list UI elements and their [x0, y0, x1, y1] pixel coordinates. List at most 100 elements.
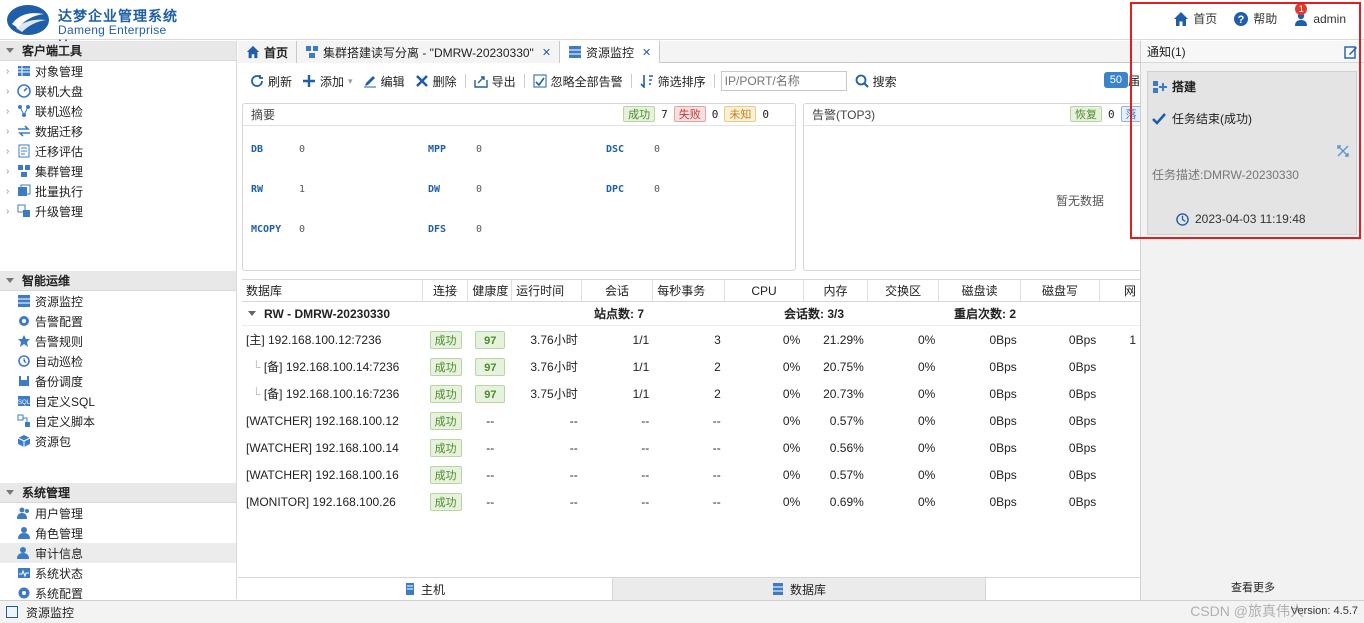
sidebar-item-user-mgmt[interactable]: 用户管理 [0, 503, 236, 523]
dismiss-icon[interactable] [1336, 144, 1350, 158]
help-icon: ? [1234, 11, 1249, 26]
table-row[interactable]: └ [备] 192.168.100.16:7236 成功 97 3.75小时 1/1 2 0… [242, 380, 1140, 407]
sidebar-group-system[interactable]: 系统管理 [0, 483, 236, 503]
close-icon[interactable]: ✕ [542, 46, 551, 59]
cell-connection: 成功 [423, 411, 469, 430]
col-swap[interactable]: 交换区 [868, 280, 940, 302]
recover-filter[interactable]: 恢复 [1070, 106, 1102, 122]
sidebar-item-alarm-config[interactable]: 告警配置 [0, 311, 236, 331]
sidebar-item-data-migration[interactable]: › 数据迁移 [0, 121, 236, 141]
cell-swap: 0% [868, 441, 940, 455]
ignore-all-alerts-button[interactable]: 忽略全部告警 [531, 73, 625, 90]
sidebar-group-client-tools[interactable]: 客户端工具 [0, 41, 236, 61]
table-row[interactable]: [WATCHER] 192.168.100.12 成功 -- -- -- -- 0% 0.57… [242, 407, 1140, 434]
close-icon[interactable]: ✕ [642, 46, 651, 59]
sidebar-item-audit-info[interactable]: 审计信息 [0, 543, 236, 563]
cell-disk-write-text: 0Bps [1068, 413, 1097, 428]
sidebar-item-alarm-rules[interactable]: 告警规则 [0, 331, 236, 351]
tab-home[interactable]: 首页 [238, 41, 298, 63]
group-sessions: 会话数: 3/3 [784, 307, 845, 321]
summary-cell-db[interactable]: DB 0 [251, 144, 305, 155]
top-nav: 首页 ? 帮助 1 admin [1173, 2, 1346, 27]
table-row[interactable]: └ [备] 192.168.100.14:7236 成功 97 3.76小时 1/1 2 0… [242, 353, 1140, 380]
sidebar-item-resource-monitor[interactable]: 资源监控 [0, 291, 236, 311]
sidebar-item-online-inspection[interactable]: › 联机巡检 [0, 101, 236, 121]
summary-cell-dpc[interactable]: DPC 0 [606, 184, 660, 195]
sidebar-item-object-mgmt[interactable]: › 对象管理 [0, 61, 236, 81]
summary-cell-rw[interactable]: RW 1 [251, 184, 305, 195]
main-content: 首页 集群搭建读写分离 - "DMRW-20230330" ✕ 资源监控 ✕ 刷… [238, 41, 1143, 600]
sidebar-item-system-config[interactable]: 系统配置 [0, 583, 236, 599]
view-more-link[interactable]: 查看更多 [1141, 579, 1364, 595]
col-memory[interactable]: 内存 [804, 280, 868, 302]
sidebar-item-cluster-mgmt[interactable]: › 集群管理 [0, 161, 236, 181]
cell-health: -- [468, 468, 512, 482]
page-size-selector[interactable]: 50 [1103, 72, 1128, 88]
summary-cell-dw[interactable]: DW 0 [428, 184, 482, 195]
unknown-filter[interactable]: 未知 [724, 106, 757, 122]
edit-note-icon[interactable] [1344, 45, 1358, 59]
sidebar-item-backup-schedule[interactable]: 备份调度 [0, 371, 236, 391]
col-network[interactable]: 网 [1100, 280, 1140, 302]
search-input[interactable] [720, 71, 847, 91]
alarm-rule-icon [18, 335, 30, 347]
col-tps[interactable]: 每秒事务 [653, 280, 725, 302]
summary-cell-mcopy[interactable]: MCOPY 0 [251, 224, 305, 235]
toolbar: 刷新 添加▾ 编辑 删除 导出 忽略全部告警 筛选排序 搜索 50 届 [238, 69, 1140, 93]
table-row[interactable]: [WATCHER] 192.168.100.16 成功 -- -- -- -- 0% 0.57… [242, 461, 1140, 488]
sidebar-item-label: 自定义脚本 [35, 414, 96, 429]
sidebar-item-migration-eval[interactable]: › 迁移评估 [0, 141, 236, 161]
col-cpu[interactable]: CPU [725, 280, 805, 302]
sidebar-item-auto-inspection[interactable]: 自动巡检 [0, 351, 236, 371]
refresh-button[interactable]: 刷新 [248, 73, 294, 90]
sidebar-item-batch-exec[interactable]: › 批量执行 [0, 181, 236, 201]
tab-cluster-build[interactable]: 集群搭建读写分离 - "DMRW-20230330" ✕ [297, 41, 561, 63]
add-button[interactable]: 添加 ▾ [300, 73, 355, 90]
bottom-tab-bar: 主机 数据库 [238, 577, 1140, 600]
col-sessions[interactable]: 会话 [582, 280, 654, 302]
sidebar-item-resource-pack[interactable]: 资源包 [0, 431, 236, 451]
table-row[interactable]: [主] 192.168.100.12:7236 成功 97 3.76小时 1/1 3 0% 2… [242, 326, 1140, 353]
tab-host[interactable]: 主机 [238, 578, 612, 600]
sidebar-item-custom-script[interactable]: 自定义脚本 [0, 411, 236, 431]
collapse-icon[interactable] [248, 311, 256, 316]
success-filter[interactable]: 成功 [623, 106, 656, 122]
sidebar-item-online-dashboard[interactable]: › 联机大盘 [0, 81, 236, 101]
home-icon [246, 45, 260, 59]
sidebar-item-system-status[interactable]: 系统状态 [0, 563, 236, 583]
delete-button[interactable]: 删除 [413, 73, 459, 90]
nav-user[interactable]: 1 admin [1293, 2, 1346, 27]
table-row[interactable]: [MONITOR] 192.168.100.26 成功 -- -- -- -- 0% 0.69… [242, 488, 1140, 515]
export-button[interactable]: 导出 [472, 73, 518, 90]
fail-filter[interactable]: 失败 [673, 106, 706, 122]
edit-button[interactable]: 编辑 [361, 73, 407, 90]
summary-cell-dsc[interactable]: DSC 0 [606, 144, 660, 155]
col-database[interactable]: 数据库 [242, 280, 423, 302]
search-button[interactable]: 搜索 [853, 73, 899, 90]
sidebar-item-upgrade-mgmt[interactable]: › 升级管理 [0, 201, 236, 221]
notification-card-title-text: 搭建 [1172, 80, 1197, 94]
sidebar-group-smart-ops[interactable]: 智能运维 [0, 271, 236, 291]
sidebar-item-role-mgmt[interactable]: 角色管理 [0, 523, 236, 543]
table-row[interactable]: [WATCHER] 192.168.100.14 成功 -- -- -- -- 0% 0.56… [242, 434, 1140, 461]
cell-disk-read: 0Bps [939, 360, 1020, 374]
tree-guide: └ [252, 387, 264, 401]
col-disk-read[interactable]: 磁盘读 [939, 280, 1021, 302]
filter-sort-button[interactable]: 筛选排序 [638, 73, 708, 90]
app-header: 达梦企业管理系统 Dameng Enterprise Manager 首页 ? … [0, 0, 1364, 51]
nav-help[interactable]: ? 帮助 [1233, 10, 1277, 27]
col-uptime[interactable]: 运行时间 [512, 280, 582, 302]
col-health[interactable]: 健康度 [468, 280, 513, 302]
alarm-extra-filter[interactable]: 落 [1120, 106, 1142, 122]
table-group-row[interactable]: RW - DMRW-20230330 站点数: 7 会话数: 3/3 重启次数:… [242, 302, 1140, 326]
notification-card[interactable]: 搭建 任务结束(成功) 任务描述:DMRW-20230330 2023-04-0… [1147, 71, 1357, 235]
tab-resource-monitor[interactable]: 资源监控 ✕ [560, 41, 661, 63]
summary-cell-dfs[interactable]: DFS 0 [428, 224, 482, 235]
tab-database[interactable]: 数据库 [612, 578, 986, 600]
col-disk-write[interactable]: 磁盘写 [1021, 280, 1101, 302]
summary-cell-mpp[interactable]: MPP 0 [428, 144, 482, 155]
sidebar-item-custom-sql[interactable]: SQL 自定义SQL [0, 391, 236, 411]
col-connection[interactable]: 连接 [423, 280, 469, 302]
fail-count: 0 [711, 107, 719, 121]
nav-home[interactable]: 首页 [1173, 10, 1217, 27]
